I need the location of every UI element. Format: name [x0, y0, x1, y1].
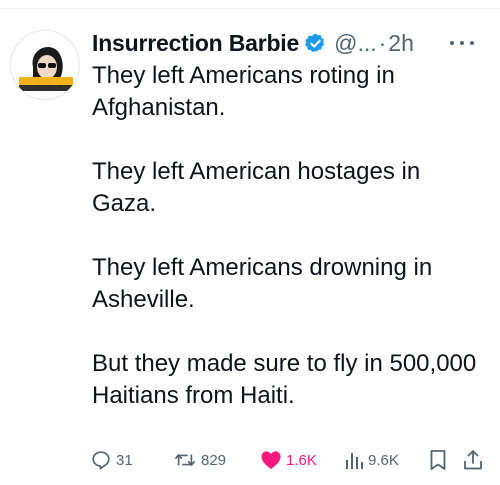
share-button[interactable] [462, 446, 484, 474]
tweet-text: They left Americans roting in Afghanista… [92, 60, 484, 412]
tweet-paragraph: They left Americans roting in Afghanista… [92, 62, 395, 121]
reply-button[interactable]: 31 [90, 446, 133, 474]
tweet-header: Insurrection Barbie @... · 2h [92, 28, 414, 58]
views-count: 9.6K [368, 451, 399, 469]
repost-icon [175, 454, 195, 466]
tweet-paragraph: They left Americans drowning in Ashevill… [92, 254, 433, 313]
avatar-image [11, 31, 79, 99]
timestamp[interactable]: 2h [388, 30, 414, 57]
repost-count: 829 [201, 451, 227, 469]
share-icon [464, 450, 482, 470]
handle[interactable]: @... [334, 30, 377, 57]
bookmark-icon [430, 450, 446, 470]
repost-button[interactable]: 829 [173, 446, 226, 474]
bookmark-button[interactable] [428, 446, 448, 474]
verified-badge-icon [304, 32, 327, 55]
display-name[interactable]: Insurrection Barbie [92, 30, 299, 57]
reply-count: 31 [116, 451, 133, 469]
like-button[interactable]: 1.6K [260, 446, 317, 474]
heart-icon [261, 451, 281, 470]
like-count: 1.6K [286, 451, 317, 469]
tweet-paragraph: They left American hostages in Gaza. [92, 158, 421, 217]
views-icon [346, 453, 363, 469]
top-divider [0, 8, 500, 9]
separator-dot: · [378, 29, 387, 56]
tweet-paragraph: But they made sure to fly in 500,000 Hai… [92, 350, 477, 409]
views-button[interactable]: 9.6K [344, 446, 399, 474]
reply-icon [92, 451, 110, 470]
more-options-icon[interactable] [450, 32, 474, 54]
action-bar: 31 829 1.6K 9.6K [90, 446, 485, 474]
avatar[interactable] [10, 30, 80, 100]
